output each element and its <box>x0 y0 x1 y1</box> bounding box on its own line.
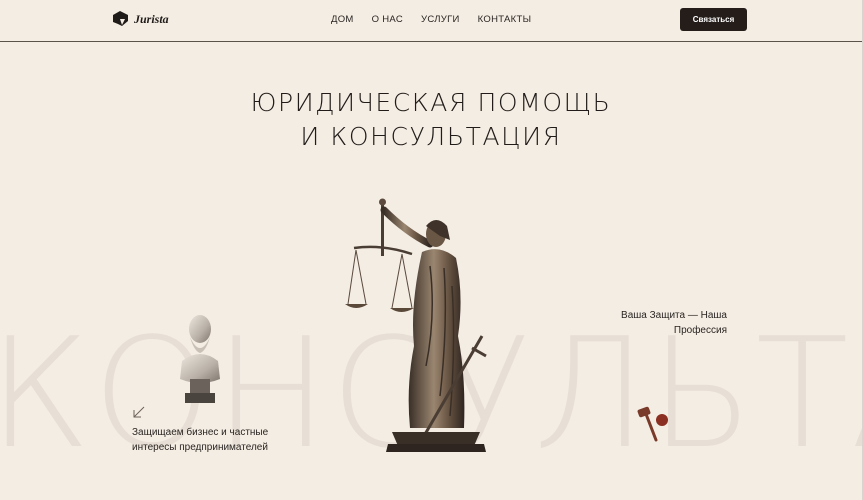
hero-title: ЮРИДИЧЕСКАЯ ПОМОЩЬ И КОНСУЛЬТАЦИЯ <box>0 86 862 154</box>
right-tagline-line-2: Профессия <box>673 325 727 336</box>
nav-item-contacts[interactable]: КОНТАКТЫ <box>478 14 532 25</box>
nav-item-services[interactable]: УСЛУГИ <box>421 14 460 25</box>
logo[interactable]: Jurista <box>111 11 169 27</box>
nav-item-about[interactable]: О НАС <box>372 14 403 25</box>
left-tagline-line-1: Защищаем бизнес и частные <box>132 427 269 438</box>
hero-title-line-2: И КОНСУЛЬТАЦИЯ <box>300 122 562 151</box>
hero-title-line-1: ЮРИДИЧЕСКАЯ ПОМОЩЬ <box>250 88 612 117</box>
gavel-icon <box>637 406 668 442</box>
philosopher-bust-image <box>180 315 220 403</box>
right-tagline: Ваша Защита — Наша Профессия <box>600 308 727 338</box>
lady-justice-statue-image <box>345 198 487 452</box>
logo-icon <box>113 11 128 26</box>
right-tagline-line-1: Ваша Защита — Наша <box>621 310 727 321</box>
logo-text: Jurista <box>134 11 169 26</box>
arrow-down-left-icon <box>133 406 145 418</box>
contact-button[interactable]: Связаться <box>680 8 747 31</box>
left-tagline-line-2: интересы предпринимателей <box>132 442 268 453</box>
main-nav: ДОМ О НАС УСЛУГИ КОНТАКТЫ <box>331 14 549 25</box>
landing-page: Jurista ДОМ О НАС УСЛУГИ КОНТАКТЫ Связат… <box>0 0 864 500</box>
nav-item-home[interactable]: ДОМ <box>331 14 354 25</box>
left-tagline: Защищаем бизнес и частные интересы предп… <box>132 425 268 455</box>
site-header: Jurista ДОМ О НАС УСЛУГИ КОНТАКТЫ Связат… <box>0 0 862 42</box>
